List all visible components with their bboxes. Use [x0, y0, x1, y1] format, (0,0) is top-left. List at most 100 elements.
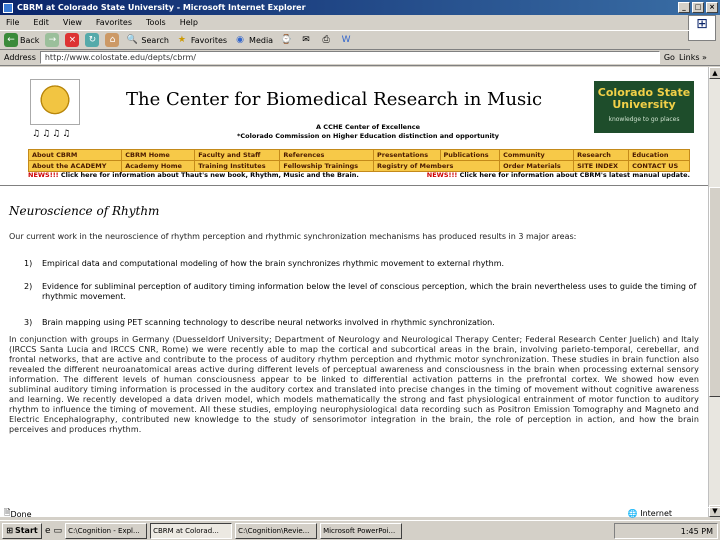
- excellence-note: A CCHE Center of Excellence *Colorado Co…: [218, 123, 518, 141]
- close-button[interactable]: ×: [706, 2, 718, 13]
- site-navigation: About CBRM CBRM Home Faculty and Staff R…: [27, 149, 690, 172]
- taskbar: ⊞ Start e ▭ C:\Cognition - Expl... CBRM a…: [0, 520, 720, 540]
- task-browser[interactable]: CBRM at Colorad...: [150, 522, 233, 539]
- address-input[interactable]: http://www.colostate.edu/depts/cbrm/: [39, 51, 660, 64]
- nav-academy-home[interactable]: Academy Home: [121, 160, 196, 172]
- divider: [0, 185, 708, 187]
- edit-button[interactable]: W: [339, 33, 353, 47]
- csu-name: Colorado State University: [597, 86, 691, 111]
- news-book-link[interactable]: NEWS!!! Click here for information about…: [28, 171, 359, 179]
- clock[interactable]: 1:45 PM: [681, 527, 713, 536]
- history-icon: ⌚: [280, 35, 292, 45]
- menu-help[interactable]: Help: [180, 18, 198, 27]
- nav-order[interactable]: Order Materials: [499, 160, 575, 172]
- site-header: ♫♫♫♫ The Center for Biomedical Research …: [28, 75, 698, 151]
- nav-references[interactable]: References: [279, 149, 374, 161]
- window-titlebar: CBRM at Colorado State University - Micr…: [0, 0, 720, 15]
- nav-presentations[interactable]: Presentations: [373, 149, 441, 161]
- nav-fellowship[interactable]: Fellowship Trainings: [279, 160, 374, 172]
- nav-row: About the ACADEMY Academy Home Training …: [27, 160, 690, 172]
- window-title: CBRM at Colorado State University - Micr…: [17, 3, 306, 12]
- menu-tools[interactable]: Tools: [146, 18, 166, 27]
- news-manual-link[interactable]: NEWS!!! Click here for information about…: [427, 171, 690, 179]
- vertical-scrollbar[interactable]: ▲ ▼: [708, 67, 720, 517]
- nav-about-academy[interactable]: About the ACADEMY: [27, 160, 123, 172]
- task-folder[interactable]: C:\Cognition\Revie...: [235, 522, 318, 539]
- media-button[interactable]: ◉ Media: [233, 33, 273, 47]
- status-bar: 🗎 Done 🌐 Internet: [0, 507, 720, 520]
- edit-icon: W: [341, 35, 351, 45]
- section-heading: Neuroscience of Rhythm: [9, 204, 160, 218]
- quicklaunch-ie-icon[interactable]: e: [45, 526, 51, 536]
- mail-icon: ✉: [302, 35, 310, 45]
- menu-view[interactable]: View: [63, 18, 82, 27]
- nav-education[interactable]: Education: [628, 149, 690, 161]
- excellence-line-1: A CCHE Center of Excellence: [316, 123, 420, 131]
- news-bar: NEWS!!! Click here for information about…: [28, 171, 690, 179]
- body-paragraph: In conjunction with groups in Germany (D…: [9, 335, 699, 434]
- links-button[interactable]: Links »: [679, 53, 707, 62]
- print-button[interactable]: ⎙: [319, 33, 333, 47]
- refresh-icon: ↻: [85, 33, 100, 47]
- nav-contact[interactable]: CONTACT US: [628, 160, 690, 172]
- stop-icon: ×: [65, 33, 80, 47]
- task-explorer[interactable]: C:\Cognition - Expl...: [65, 522, 148, 539]
- nav-publications[interactable]: Publications: [439, 149, 501, 161]
- csu-logo[interactable]: Colorado State University knowledge to g…: [594, 81, 694, 133]
- nav-about-cbrm[interactable]: About CBRM: [27, 149, 123, 161]
- address-label: Address: [4, 53, 36, 62]
- music-notes-icon: ♫♫♫♫: [32, 129, 73, 139]
- page-content: ♫♫♫♫ The Center for Biomedical Research …: [0, 67, 708, 517]
- maximize-button[interactable]: □: [692, 2, 704, 13]
- start-button[interactable]: ⊞ Start: [2, 522, 42, 539]
- history-button[interactable]: ⌚: [279, 33, 293, 47]
- menu-file[interactable]: File: [6, 18, 19, 27]
- search-button[interactable]: 🔍 Search: [125, 33, 169, 47]
- go-button[interactable]: Go: [664, 53, 675, 62]
- home-icon: ⌂: [105, 33, 120, 47]
- excellence-line-2: *Colorado Commission on Higher Education…: [236, 132, 500, 140]
- page-title: The Center for Biomedical Research in Mu…: [126, 89, 543, 110]
- back-arrow-icon: ←: [4, 33, 18, 47]
- window-controls: _ □ ×: [678, 2, 718, 13]
- security-zone: 🌐 Internet: [627, 509, 672, 518]
- star-icon: ★: [177, 35, 186, 45]
- forward-button[interactable]: →: [45, 33, 60, 47]
- nav-faculty[interactable]: Faculty and Staff: [194, 149, 281, 161]
- ie-icon: [3, 2, 13, 13]
- menu-bar: File Edit View Favorites Tools Help: [0, 15, 720, 29]
- scroll-up-icon[interactable]: ▲: [709, 67, 720, 79]
- system-tray: 1:45 PM: [614, 523, 718, 539]
- windows-logo-icon: ⊞: [688, 15, 716, 41]
- status-text: Done: [10, 509, 32, 519]
- nav-training[interactable]: Training Institutes: [194, 160, 281, 172]
- media-icon: ◉: [236, 35, 244, 45]
- mail-button[interactable]: ✉: [299, 33, 313, 47]
- refresh-button[interactable]: ↻: [85, 33, 100, 47]
- address-bar: Address http://www.colostate.edu/depts/c…: [0, 50, 720, 66]
- windows-flag-icon: ⊞: [6, 526, 13, 535]
- forward-arrow-icon: →: [45, 33, 60, 47]
- brain-logo-icon: [30, 79, 80, 125]
- search-icon: 🔍: [126, 35, 139, 45]
- print-icon: ⎙: [322, 35, 330, 45]
- nav-research[interactable]: Research: [573, 149, 630, 161]
- csu-tagline: knowledge to go places: [608, 116, 680, 123]
- menu-edit[interactable]: Edit: [33, 18, 49, 27]
- quicklaunch-desktop-icon[interactable]: ▭: [54, 526, 63, 536]
- nav-cbrm-home[interactable]: CBRM Home: [121, 149, 196, 161]
- nav-row: About CBRM CBRM Home Faculty and Staff R…: [27, 149, 690, 161]
- home-button[interactable]: ⌂: [105, 33, 120, 47]
- toolbar: ← Back → × ↻ ⌂ 🔍 Search ★ Favorites ◉ Media …: [0, 30, 690, 50]
- nav-site-index[interactable]: SITE INDEX: [573, 160, 630, 172]
- back-button[interactable]: ← Back: [4, 33, 39, 47]
- nav-registry[interactable]: Registry of Members: [372, 160, 501, 172]
- task-powerpoint[interactable]: Microsoft PowerPoi...: [320, 522, 403, 539]
- menu-favorites[interactable]: Favorites: [96, 18, 132, 27]
- favorites-button[interactable]: ★ Favorites: [175, 33, 227, 47]
- scroll-thumb[interactable]: [709, 187, 720, 397]
- minimize-button[interactable]: _: [678, 2, 690, 13]
- nav-community[interactable]: Community: [499, 149, 575, 161]
- stop-button[interactable]: ×: [65, 33, 80, 47]
- intro-text: Our current work in the neuroscience of …: [9, 232, 577, 241]
